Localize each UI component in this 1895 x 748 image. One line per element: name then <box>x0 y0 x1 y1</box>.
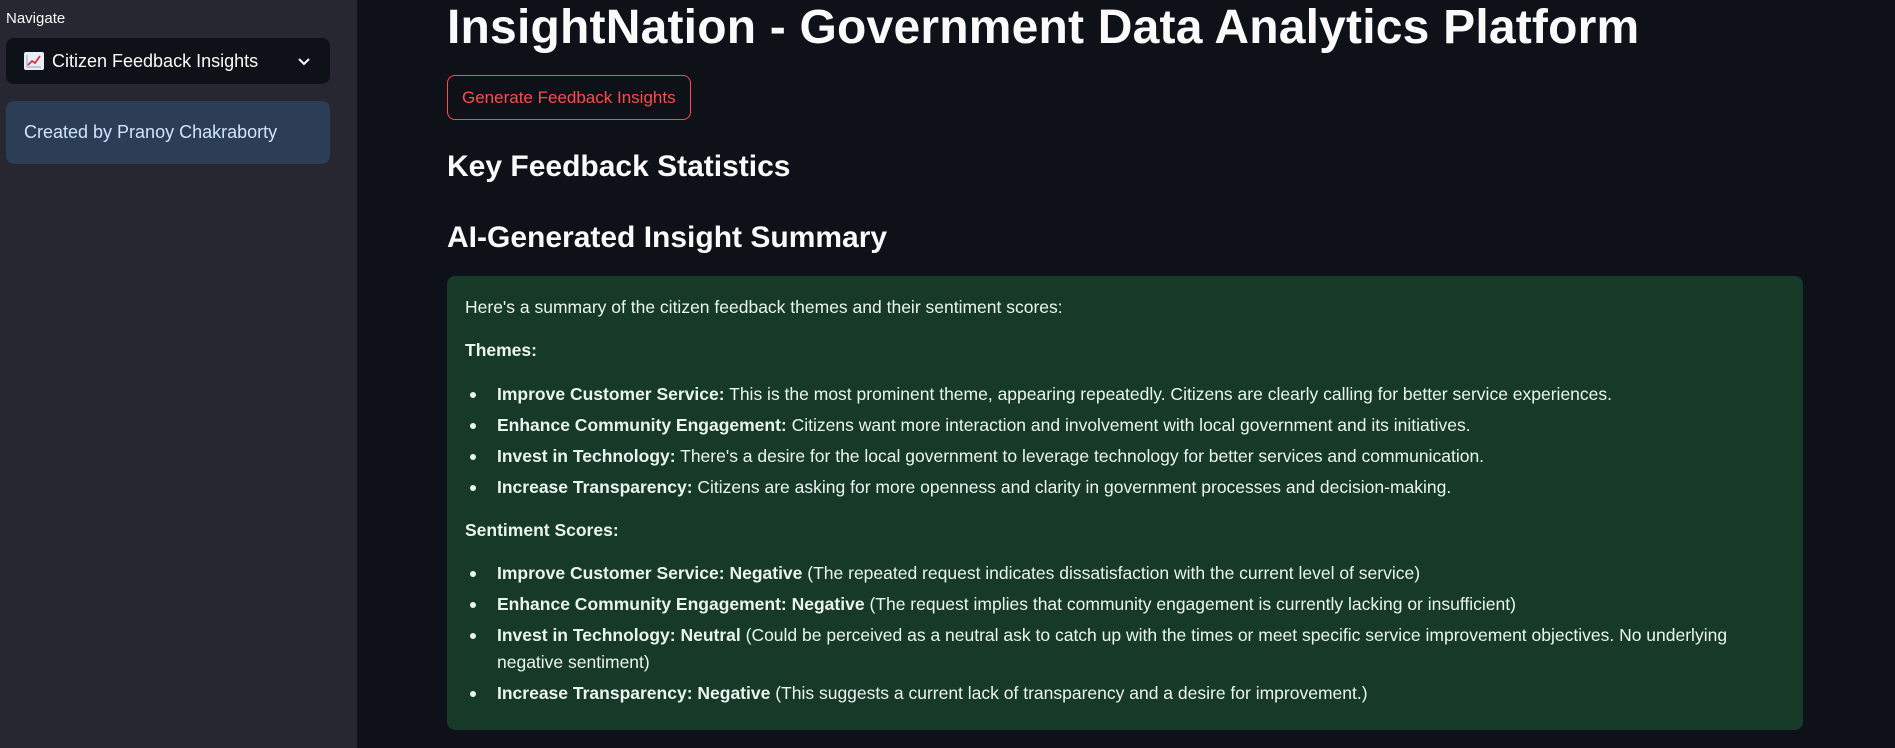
sentiment-label: Improve Customer Service: Negative <box>497 562 803 583</box>
page-select[interactable]: Citizen Feedback Insights <box>6 38 330 84</box>
summary-heading: AI-Generated Insight Summary <box>447 221 888 254</box>
page-title: InsightNation - Government Data Analytic… <box>447 1 1640 54</box>
list-item: Improve Customer Service: This is the mo… <box>465 381 1785 407</box>
list-item: Increase Transparency: Citizens are aski… <box>465 474 1785 500</box>
list-item: Enhance Community Engagement: Citizens w… <box>465 412 1785 438</box>
sentiment-text: (The request implies that community enga… <box>864 594 1516 614</box>
list-item: Increase Transparency: Negative (This su… <box>465 680 1785 706</box>
sentiment-label: Increase Transparency: Negative <box>497 682 771 703</box>
list-item: Invest in Technology: There's a desire f… <box>465 443 1785 469</box>
list-item: Enhance Community Engagement: Negative (… <box>465 591 1785 617</box>
page-select-value: Citizen Feedback Insights <box>52 50 259 71</box>
credit-text: Created by Pranoy Chakraborty <box>24 122 278 142</box>
list-item: Improve Customer Service: Negative (The … <box>465 560 1785 586</box>
theme-text: Citizens want more interaction and invol… <box>786 414 1471 435</box>
insight-summary-box: Here's a summary of the citizen feedback… <box>447 276 1803 730</box>
theme-label: Improve Customer Service: <box>497 383 725 404</box>
sentiment-text: (This suggests a current lack of transpa… <box>770 682 1368 703</box>
theme-text: Citizens are asking for more openness an… <box>692 477 1452 498</box>
chart-increasing-icon <box>24 52 44 70</box>
theme-label: Invest in Technology: <box>497 446 676 466</box>
stats-heading: Key Feedback Statistics <box>447 150 791 183</box>
sentiment-heading: Sentiment Scores: <box>465 519 619 540</box>
themes-list: Improve Customer Service: This is the mo… <box>465 381 1785 501</box>
list-item: Invest in Technology: Neutral (Could be … <box>465 622 1785 675</box>
sentiment-label: Invest in Technology: Neutral <box>497 625 741 646</box>
theme-label: Enhance Community Engagement: <box>497 414 787 435</box>
sidebar: Navigate Citizen Feedback Insights Creat… <box>0 0 357 748</box>
navigate-label: Navigate <box>6 10 66 27</box>
credit-info-box: Created by Pranoy Chakraborty <box>6 101 330 164</box>
chevron-down-icon <box>298 58 310 66</box>
sentiment-label: Enhance Community Engagement: Negative <box>497 594 865 614</box>
theme-label: Increase Transparency: <box>497 477 693 498</box>
summary-intro: Here's a summary of the citizen feedback… <box>465 297 1063 317</box>
sentiment-text: (The repeated request indicates dissatis… <box>802 562 1421 583</box>
sentiment-list: Improve Customer Service: Negative (The … <box>465 560 1785 706</box>
themes-heading: Themes: <box>465 340 537 361</box>
theme-text: This is the most prominent theme, appear… <box>724 383 1613 404</box>
generate-insights-button[interactable]: Generate Feedback Insights <box>447 75 691 120</box>
theme-text: There's a desire for the local governmen… <box>675 446 1485 466</box>
